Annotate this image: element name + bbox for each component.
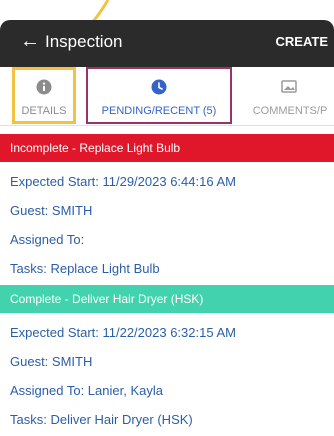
assigned-to: Assigned To:: [10, 232, 85, 247]
arrow-left-icon[interactable]: ←: [20, 31, 40, 51]
task-status-banner[interactable]: Incomplete - Replace Light Bulb: [0, 134, 334, 162]
app-screen: ← Inspection CREATE DETAILS PENDING/RECE…: [0, 0, 334, 436]
app-bar: ← Inspection CREATE: [0, 20, 334, 67]
task-card[interactable]: Expected Start: 11/29/2023 6:44:16 AM Gu…: [0, 162, 334, 285]
task-card[interactable]: Expected Start: 11/22/2023 6:32:15 AM Gu…: [0, 313, 334, 436]
page-title: Inspection: [45, 32, 123, 51]
create-button[interactable]: CREATE: [276, 34, 328, 49]
assigned-to: Assigned To: Lanier, Kayla: [10, 383, 163, 398]
tab-comments[interactable]: COMMENTS/P: [240, 67, 334, 125]
expected-start: Expected Start: 11/22/2023 6:32:15 AM: [10, 325, 236, 340]
image-icon: [240, 79, 334, 95]
guest-name: Guest: SMITH: [10, 203, 93, 218]
pending-highlight-box: [86, 67, 232, 124]
tab-comments-label: COMMENTS/P: [252, 105, 328, 117]
guest-name: Guest: SMITH: [10, 354, 93, 369]
details-highlight-box: [12, 67, 76, 124]
task-list: Tasks: Replace Light Bulb: [10, 261, 160, 276]
task-status-banner[interactable]: Complete - Deliver Hair Dryer (HSK): [0, 285, 334, 313]
task-list: Tasks: Deliver Hair Dryer (HSK): [10, 412, 193, 427]
expected-start: Expected Start: 11/29/2023 6:44:16 AM: [10, 174, 236, 189]
